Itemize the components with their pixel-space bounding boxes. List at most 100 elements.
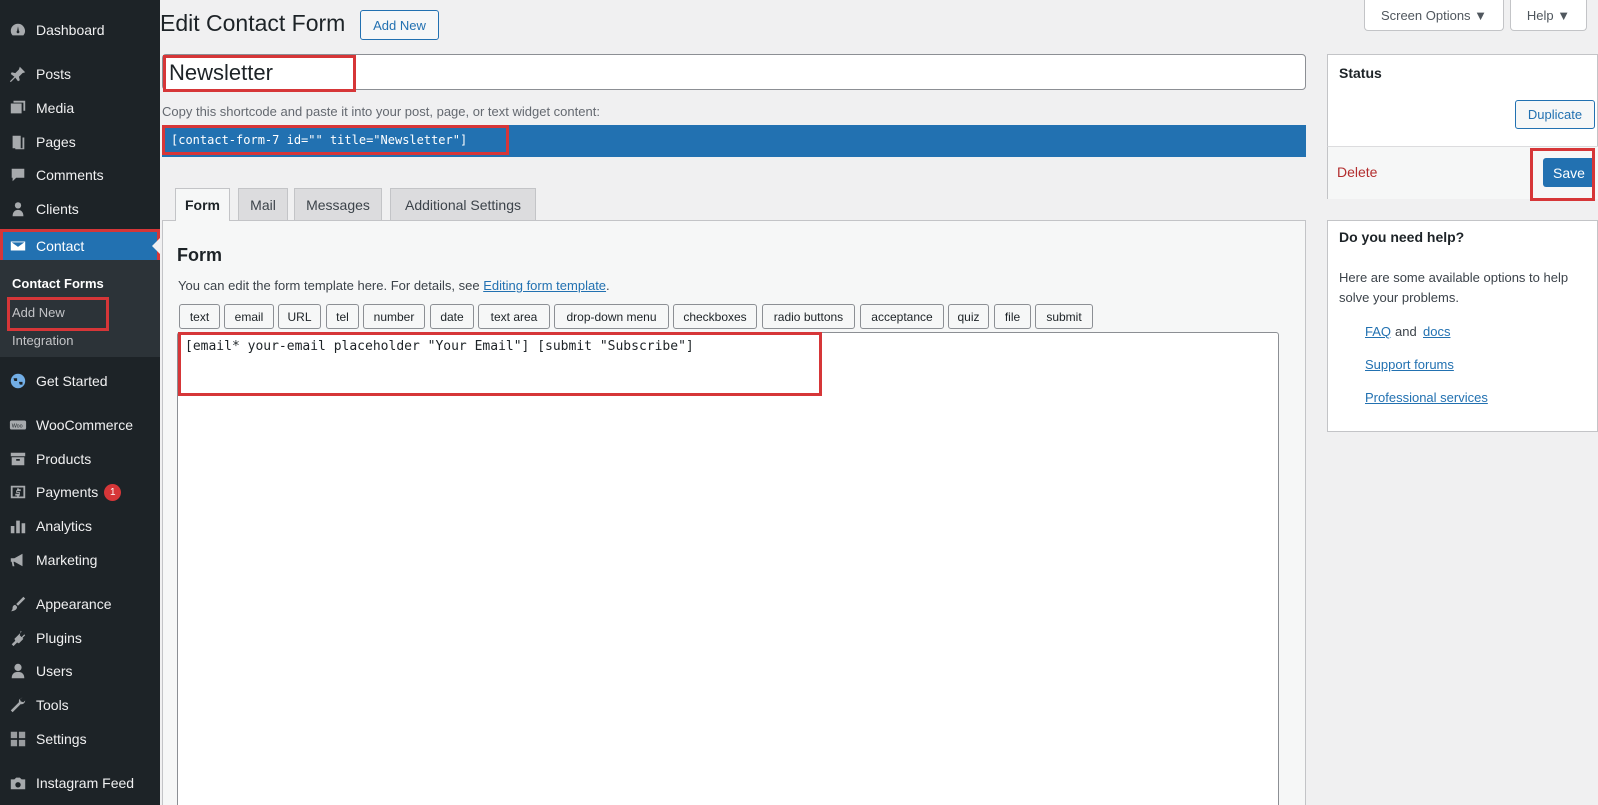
user-icon bbox=[8, 661, 28, 681]
menu-clients[interactable]: Clients bbox=[0, 192, 160, 226]
tab-messages[interactable]: Messages bbox=[294, 188, 382, 220]
menu-marketing[interactable]: Marketing bbox=[0, 543, 160, 577]
menu-plugins[interactable]: Plugins bbox=[0, 621, 160, 655]
tag-button-text[interactable]: text bbox=[179, 304, 220, 329]
menu-label: Contact bbox=[36, 238, 85, 254]
media-icon bbox=[8, 98, 28, 118]
menu-label: Users bbox=[36, 663, 73, 679]
tag-button-number[interactable]: number bbox=[363, 304, 425, 329]
menu-label: Tools bbox=[36, 697, 69, 713]
tag-button-date[interactable]: date bbox=[430, 304, 474, 329]
woo-icon: Woo bbox=[8, 415, 28, 435]
menu-label: Get Started bbox=[36, 373, 108, 389]
duplicate-button[interactable]: Duplicate bbox=[1515, 100, 1595, 129]
submenu-contact-forms[interactable]: Contact Forms bbox=[12, 276, 104, 291]
wrench-icon bbox=[8, 695, 28, 715]
menu-media[interactable]: Media bbox=[0, 91, 160, 125]
brush-icon bbox=[8, 594, 28, 614]
support-forums-link[interactable]: Support forums bbox=[1365, 357, 1454, 372]
admin-sidebar: Dashboard Posts Media Pages Comments Cli… bbox=[0, 0, 160, 805]
payments-badge: 1 bbox=[104, 483, 122, 501]
megaphone-icon bbox=[8, 550, 28, 570]
shortcode-highlight bbox=[162, 125, 509, 155]
menu-pages[interactable]: Pages bbox=[0, 125, 160, 159]
pin-icon bbox=[8, 64, 28, 84]
docs-link[interactable]: docs bbox=[1423, 324, 1450, 339]
menu-label: Products bbox=[36, 451, 92, 467]
menu-label: Pages bbox=[36, 134, 76, 150]
desc-prefix: You can edit the form template here. For… bbox=[178, 278, 484, 293]
shortcode-hint: Copy this shortcode and paste it into yo… bbox=[162, 104, 600, 119]
menu-label: Dashboard bbox=[36, 22, 105, 38]
menu-label: Posts bbox=[36, 66, 72, 82]
professional-services-link[interactable]: Professional services bbox=[1365, 390, 1488, 405]
tag-button-quiz[interactable]: quiz bbox=[948, 304, 989, 329]
menu-label: Settings bbox=[36, 731, 87, 747]
tag-button-drop-down-menu[interactable]: drop-down menu bbox=[554, 304, 669, 329]
menu-dashboard[interactable]: Dashboard bbox=[0, 13, 160, 47]
tag-button-url[interactable]: URL bbox=[278, 304, 321, 329]
menu-tools[interactable]: Tools bbox=[0, 688, 160, 722]
settings-icon bbox=[8, 729, 28, 749]
menu-woocommerce[interactable]: Woo WooCommerce bbox=[0, 408, 160, 442]
menu-analytics[interactable]: Analytics bbox=[0, 509, 160, 543]
tag-button-acceptance[interactable]: acceptance bbox=[860, 304, 944, 329]
submenu-integration[interactable]: Integration bbox=[12, 333, 73, 348]
save-highlight bbox=[1530, 148, 1595, 201]
menu-appearance[interactable]: Appearance bbox=[0, 587, 160, 621]
menu-contact[interactable]: Contact bbox=[0, 229, 160, 263]
page-title: Edit Contact Form bbox=[160, 10, 346, 36]
menu-settings[interactable]: Settings bbox=[0, 722, 160, 756]
add-new-highlight bbox=[7, 297, 109, 331]
menu-label: Comments bbox=[36, 167, 104, 183]
menu-comments[interactable]: Comments bbox=[0, 158, 160, 192]
form-description: You can edit the form template here. For… bbox=[178, 278, 610, 293]
add-new-button[interactable]: Add New bbox=[360, 10, 439, 40]
editing-form-template-link[interactable]: Editing form template bbox=[483, 278, 606, 293]
menu-label: Marketing bbox=[36, 552, 98, 568]
pages-icon bbox=[8, 132, 28, 152]
template-highlight bbox=[178, 332, 822, 396]
tab-form[interactable]: Form bbox=[175, 188, 230, 221]
tag-button-checkboxes[interactable]: checkboxes bbox=[673, 304, 757, 329]
menu-users[interactable]: Users bbox=[0, 654, 160, 688]
menu-label: Analytics bbox=[36, 518, 93, 534]
menu-get-started[interactable]: Get Started bbox=[0, 364, 160, 398]
tag-button-tel[interactable]: tel bbox=[326, 304, 359, 329]
help-button[interactable]: Help ▼ bbox=[1510, 0, 1587, 31]
tag-button-submit[interactable]: submit bbox=[1035, 304, 1093, 329]
tag-button-text-area[interactable]: text area bbox=[478, 304, 550, 329]
help-text: Here are some available options to help … bbox=[1339, 270, 1569, 305]
camera-icon bbox=[8, 773, 28, 793]
bar-chart-icon bbox=[8, 516, 28, 536]
tag-button-radio-buttons[interactable]: radio buttons bbox=[762, 304, 855, 329]
desc-suffix: . bbox=[606, 278, 610, 293]
menu-instagram-feed[interactable]: Instagram Feed bbox=[0, 766, 160, 800]
menu-payments[interactable]: Payments 1 bbox=[0, 475, 160, 509]
envelope-icon bbox=[8, 236, 28, 256]
menu-products[interactable]: Products bbox=[0, 442, 160, 476]
current-arrow bbox=[152, 238, 160, 254]
menu-label: Clients bbox=[36, 201, 79, 217]
help-and: and bbox=[1395, 324, 1417, 339]
dollar-icon bbox=[8, 482, 28, 502]
tab-additional-settings[interactable]: Additional Settings bbox=[390, 188, 536, 220]
menu-label: Appearance bbox=[36, 596, 112, 612]
faq-link[interactable]: FAQ bbox=[1365, 324, 1391, 339]
tag-button-file[interactable]: file bbox=[994, 304, 1031, 329]
delete-link[interactable]: Delete bbox=[1337, 164, 1377, 180]
globe-icon bbox=[8, 371, 28, 391]
svg-text:Woo: Woo bbox=[12, 424, 23, 430]
menu-posts[interactable]: Posts bbox=[0, 57, 160, 91]
comments-icon bbox=[8, 165, 28, 185]
menu-label: Payments bbox=[36, 484, 99, 500]
tab-mail[interactable]: Mail bbox=[238, 188, 288, 220]
menu-label: Instagram Feed bbox=[36, 775, 135, 791]
help-title: Do you need help? bbox=[1339, 229, 1465, 245]
screen-options-button[interactable]: Screen Options ▼ bbox=[1364, 0, 1504, 31]
form-template-textarea[interactable] bbox=[177, 332, 1279, 805]
menu-label: Plugins bbox=[36, 630, 82, 646]
tag-button-email[interactable]: email bbox=[224, 304, 274, 329]
menu-label: WooCommerce bbox=[36, 417, 133, 433]
dashboard-icon bbox=[8, 20, 28, 40]
